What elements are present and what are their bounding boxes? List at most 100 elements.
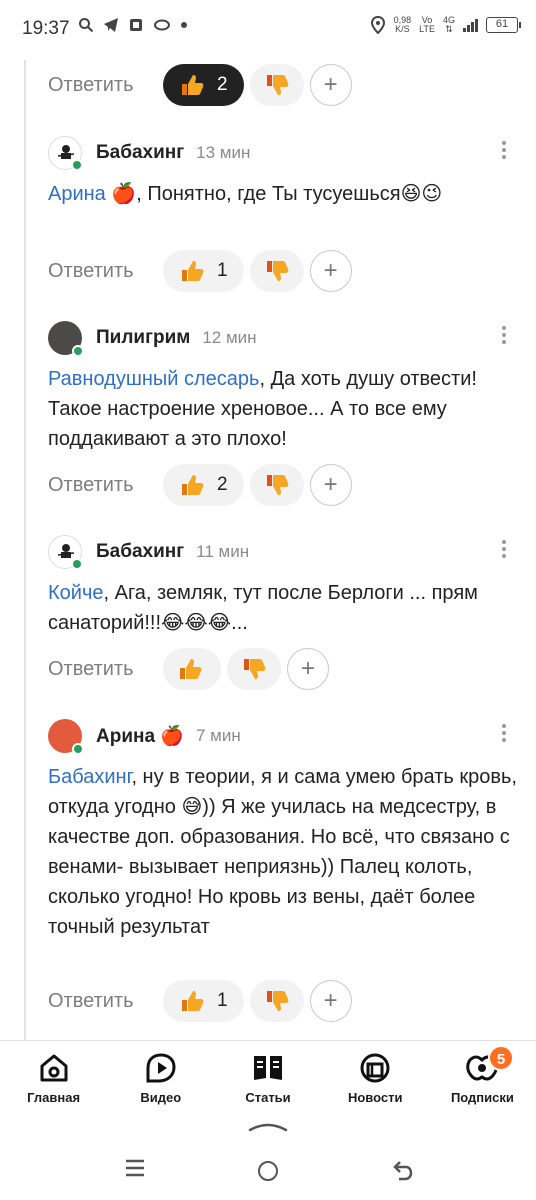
more-options-icon[interactable] xyxy=(502,141,506,162)
nav-label: Новости xyxy=(347,1090,403,1105)
more-options-icon[interactable] xyxy=(502,724,506,745)
comment-header: Бабахинг 13 мин xyxy=(48,133,518,173)
thumbs-up-icon xyxy=(182,75,204,95)
notification-icons xyxy=(78,17,188,33)
bottom-navigation: Главная Видео Статьи Новости 5 Подписки xyxy=(0,1040,536,1112)
thumbs-up-icon xyxy=(182,991,204,1011)
comment-actions: Ответить 2 + xyxy=(48,64,352,106)
reply-button[interactable]: Ответить xyxy=(48,74,163,97)
chevron-up-icon[interactable] xyxy=(248,1118,288,1134)
like-count: 1 xyxy=(217,260,228,281)
location-icon xyxy=(370,16,385,34)
nav-label: Главная xyxy=(27,1090,81,1105)
like-button[interactable]: 1 xyxy=(163,980,244,1022)
avatar[interactable] xyxy=(48,321,84,357)
more-options-icon[interactable] xyxy=(502,540,506,561)
reply-button[interactable]: Ответить xyxy=(48,990,163,1013)
comment-time: 12 мин xyxy=(202,328,257,347)
nav-articles[interactable]: Статьи xyxy=(214,1041,321,1112)
dislike-button[interactable] xyxy=(249,64,304,106)
avatar[interactable] xyxy=(48,136,83,171)
thumbs-down-icon xyxy=(266,75,288,95)
comment-author[interactable]: Арина 🍎 xyxy=(96,724,184,748)
video-icon xyxy=(146,1053,176,1083)
mention-link[interactable]: Равнодушный слесарь xyxy=(48,368,259,390)
like-count: 1 xyxy=(217,990,228,1011)
avatar[interactable] xyxy=(48,535,83,570)
mention-link[interactable]: Койче xyxy=(48,582,104,604)
add-reaction-button[interactable]: + xyxy=(309,250,352,292)
add-reaction-button[interactable]: + xyxy=(309,980,352,1022)
dislike-button[interactable] xyxy=(249,464,304,506)
mention-link[interactable]: Арина 🍎 xyxy=(48,183,136,205)
menu-icon[interactable] xyxy=(124,1157,146,1179)
comment-author[interactable]: Бабахинг xyxy=(96,142,184,164)
comment-header: Пилигрим 12 мин xyxy=(48,318,518,358)
app-icon xyxy=(130,19,142,31)
comment: Бабахинг 13 мин Арина 🍎, Понятно, где Ты… xyxy=(48,133,518,292)
comment-author[interactable]: Пилигрим xyxy=(96,327,190,349)
search-icon xyxy=(79,18,94,33)
volte-indicator: Vo LTE xyxy=(419,15,435,34)
thumbs-down-icon xyxy=(266,991,288,1011)
like-button[interactable]: 2 xyxy=(163,64,244,106)
mention-link[interactable]: Бабахинг xyxy=(48,766,131,788)
thumbs-up-icon xyxy=(182,261,204,281)
nav-subscriptions[interactable]: 5 Подписки xyxy=(429,1041,536,1112)
dislike-button[interactable] xyxy=(249,980,304,1022)
comment-time: 11 мин xyxy=(196,542,250,561)
signal-icon xyxy=(463,18,478,32)
add-reaction-button[interactable]: + xyxy=(287,648,329,690)
nav-label: Статьи xyxy=(245,1090,291,1105)
avatar[interactable] xyxy=(48,719,84,755)
network-type: 4G ⇅ xyxy=(442,15,455,34)
add-reaction-button[interactable]: + xyxy=(309,64,352,106)
comment: Бабахинг 11 мин Койче, Ага, земляк, тут … xyxy=(48,532,518,690)
reply-button[interactable]: Ответить xyxy=(48,260,163,283)
like-button[interactable] xyxy=(163,648,221,690)
comment-actions: Ответить + xyxy=(48,648,329,690)
nav-video[interactable]: Видео xyxy=(107,1041,214,1112)
thumbs-up-icon xyxy=(180,659,202,679)
back-icon[interactable] xyxy=(392,1158,414,1182)
reply-button[interactable]: Ответить xyxy=(48,474,163,497)
add-reaction-button[interactable]: + xyxy=(309,464,352,506)
dislike-button[interactable] xyxy=(249,250,304,292)
more-options-icon[interactable] xyxy=(502,326,506,347)
nav-news[interactable]: Новости xyxy=(322,1041,429,1112)
dot-icon xyxy=(181,22,187,28)
comment-header: Бабахинг 11 мин xyxy=(48,532,518,572)
like-button[interactable]: 1 xyxy=(163,250,244,292)
articles-icon xyxy=(254,1056,282,1080)
telegram-icon xyxy=(104,18,118,32)
like-count: 2 xyxy=(217,74,228,95)
news-icon xyxy=(360,1053,390,1083)
comment: Арина 🍎 7 мин Бабахинг, ну в теории, я и… xyxy=(48,716,518,1022)
like-count: 2 xyxy=(217,474,228,495)
status-right: 0,98 K/S Vo LTE 4G ⇅ 61 xyxy=(370,15,521,34)
system-navigation-bar xyxy=(0,1112,536,1200)
reply-button[interactable]: Ответить xyxy=(48,658,163,681)
oval-app-icon xyxy=(154,19,170,31)
comment-text: Равнодушный слесарь, Да хоть душу отвест… xyxy=(48,368,477,450)
dislike-button[interactable] xyxy=(227,648,281,690)
nav-home[interactable]: Главная xyxy=(0,1041,107,1112)
home-icon xyxy=(40,1054,68,1082)
thumbs-down-icon xyxy=(244,659,266,679)
status-time: 19:37 xyxy=(22,18,70,39)
comment-actions: Ответить 1 + xyxy=(48,980,352,1022)
home-button-icon[interactable] xyxy=(258,1161,278,1181)
like-button[interactable]: 2 xyxy=(163,464,244,506)
network-speed: 0,98 K/S xyxy=(393,15,412,34)
comment-author[interactable]: Бабахинг xyxy=(96,541,184,563)
comment-actions: Ответить 1 + xyxy=(48,250,352,292)
comment-text: Койче, Ага, земляк, тут после Берлоги ..… xyxy=(48,582,478,634)
status-bar: 19:37 0,98 K/S Vo LTE 4G ⇅ 61 xyxy=(0,0,536,60)
online-indicator xyxy=(72,743,84,755)
comment-text: Арина 🍎, Понятно, где Ты тусуешься😆😉 xyxy=(48,183,443,205)
comment: Пилигрим 12 мин Равнодушный слесарь, Да … xyxy=(48,318,518,506)
notification-badge: 5 xyxy=(488,1045,515,1071)
battery-icon: 61 xyxy=(486,17,521,33)
online-indicator xyxy=(72,345,84,357)
thumbs-up-icon xyxy=(182,475,204,495)
